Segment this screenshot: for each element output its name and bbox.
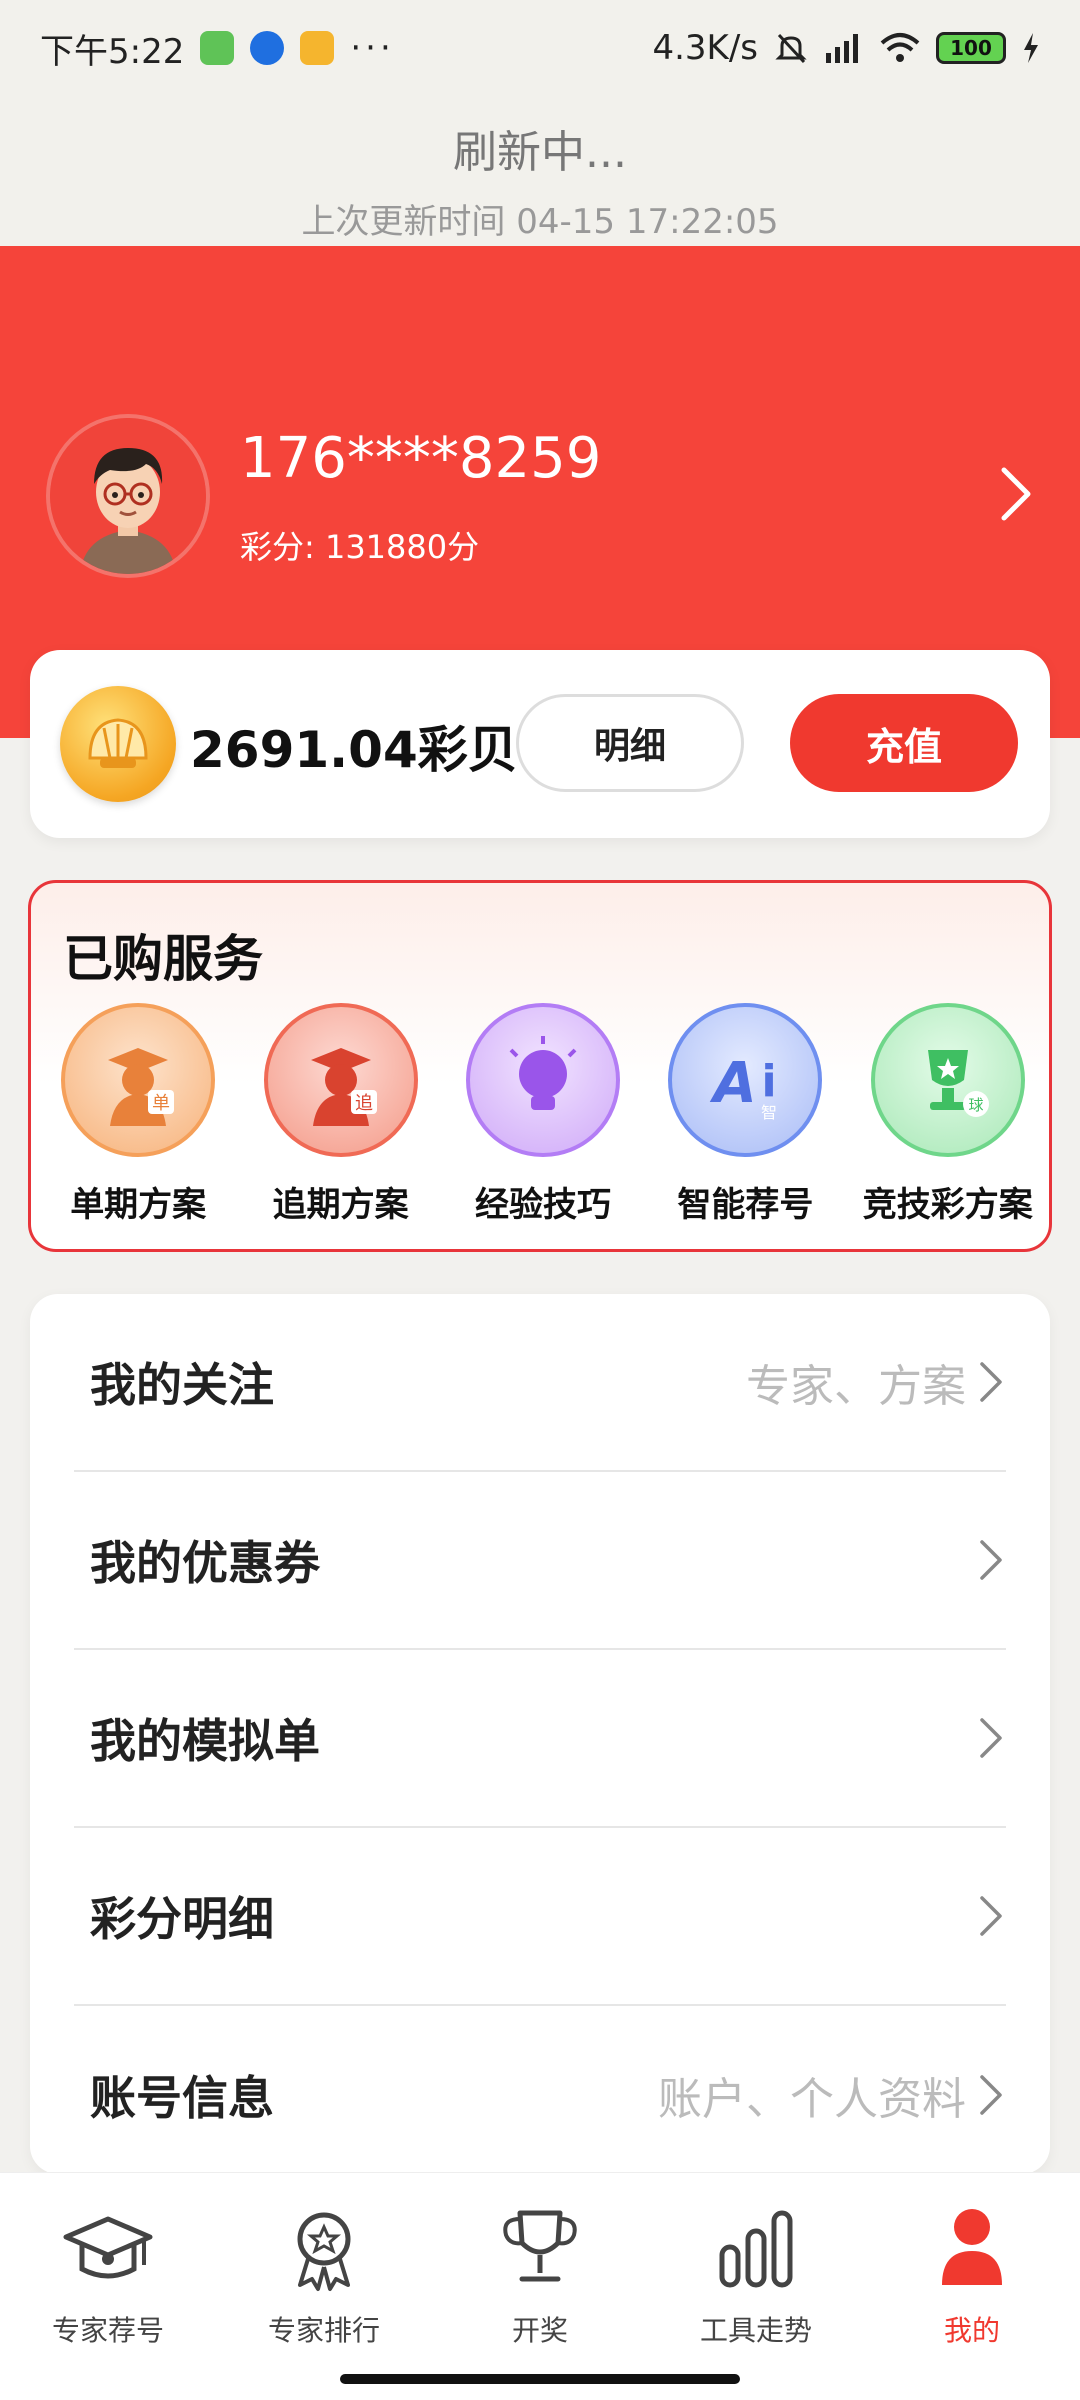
- chevron-right-icon: [980, 1896, 1002, 1936]
- chevron-right-icon: [980, 1540, 1002, 1580]
- chevron-right-icon: [980, 1362, 1002, 1402]
- menu-label: 账号信息: [90, 2071, 274, 2125]
- menu-label: 我的模拟单: [90, 1714, 320, 1768]
- svg-text:球: 球: [968, 1096, 983, 1114]
- more-notifications-icon: ···: [350, 28, 395, 68]
- service-label: 追期方案: [272, 1185, 409, 1225]
- tab-mine[interactable]: 我的: [877, 2203, 1067, 2400]
- menu-label: 我的优惠券: [90, 1536, 320, 1590]
- tab-expert-picks[interactable]: 专家荐号: [13, 2203, 203, 2400]
- bottom-tab-bar: 专家荐号 专家排行 开奖 工具走势 我的: [0, 2172, 1080, 2400]
- network-speed: 4.3K/s: [652, 28, 758, 68]
- gallery-notification-icon: [300, 31, 335, 65]
- svg-text:i: i: [762, 1056, 777, 1107]
- service-label: 智能荐号: [677, 1185, 814, 1225]
- medal-icon: [297, 2212, 351, 2291]
- tab-label: 专家荐号: [51, 2314, 164, 2347]
- mute-bell-icon: [775, 33, 807, 64]
- ai-icon: Ai智: [668, 1003, 823, 1157]
- menu-item-points-detail[interactable]: 彩分明细: [74, 1828, 1006, 2006]
- menu-item-simulations[interactable]: 我的模拟单: [74, 1650, 1006, 1828]
- bar-chart-icon: [719, 2210, 793, 2288]
- svg-text:智: 智: [761, 1103, 777, 1122]
- tab-label: 专家排行: [267, 2314, 380, 2347]
- chevron-right-icon[interactable]: [998, 464, 1034, 524]
- status-bar: 下午5:22 ··· 4.3K/s 100: [0, 0, 1080, 96]
- tab-expert-ranking[interactable]: 专家排行: [229, 2203, 419, 2400]
- tab-lottery-draw[interactable]: 开奖: [445, 2203, 635, 2400]
- expert-chase-icon: 追: [263, 1003, 418, 1157]
- menu-label: 彩分明细: [90, 1892, 274, 1946]
- wifi-icon: [880, 33, 920, 62]
- chevron-right-icon: [980, 2075, 1002, 2115]
- shell-balance: 2691.04彩贝: [190, 721, 518, 779]
- refresh-last-update: 上次更新时间 04-15 17:22:05: [301, 202, 779, 242]
- charging-icon: [1024, 33, 1038, 63]
- menu-label: 我的关注: [90, 1358, 274, 1412]
- service-single-plan[interactable]: 单 单期方案: [40, 1003, 236, 1233]
- svg-text:A: A: [710, 1051, 757, 1116]
- wallet-card: 2691.04彩贝 明细 充值: [30, 650, 1050, 838]
- menu-item-following[interactable]: 我的关注 专家、方案: [74, 1294, 1006, 1472]
- service-chase-plan[interactable]: 追 追期方案: [243, 1003, 439, 1233]
- menu-hint: 专家、方案: [746, 1361, 966, 1412]
- signal-icon: [826, 34, 858, 63]
- svg-text:单: 单: [152, 1093, 170, 1114]
- menu-hint: 账户、个人资料: [658, 2074, 966, 2125]
- battery-indicator: 100: [936, 32, 1006, 64]
- recharge-button[interactable]: 充值: [790, 694, 1018, 792]
- service-experience-tips[interactable]: 经验技巧: [445, 1003, 641, 1233]
- app-notification-icon: [250, 31, 285, 65]
- shell-coin-icon: [60, 686, 176, 802]
- expert-single-icon: 单: [61, 1003, 216, 1157]
- tab-label: 开奖: [511, 2314, 568, 2347]
- home-indicator[interactable]: [340, 2374, 740, 2384]
- graduation-cap-icon: [63, 2216, 153, 2279]
- status-time: 下午5:22: [40, 31, 185, 72]
- tab-label: 我的: [943, 2314, 1000, 2347]
- lightbulb-icon: [465, 1003, 620, 1157]
- chevron-right-icon: [980, 1718, 1002, 1758]
- refresh-status: 刷新中...: [453, 127, 627, 178]
- service-label: 竞技彩方案: [862, 1185, 1033, 1225]
- pull-refresh-indicator: 刷新中... 上次更新时间 04-15 17:22:05: [0, 96, 1080, 246]
- tab-label: 工具走势: [699, 2314, 812, 2347]
- trophy-icon: 球: [870, 1003, 1025, 1157]
- purchased-services-card: 已购服务 单 单期方案 追 追期方案 经验技巧 Ai智 智能荐号 球 竞技彩方案: [28, 880, 1052, 1252]
- service-label: 经验技巧: [474, 1185, 611, 1225]
- services-title: 已购服务: [63, 930, 263, 988]
- user-icon: [942, 2209, 1002, 2285]
- menu-item-account-info[interactable]: 账号信息 账户、个人资料: [74, 2006, 1006, 2184]
- user-points: 彩分: 131880分: [240, 528, 480, 566]
- avatar-image: [50, 418, 206, 574]
- tab-tools-trends[interactable]: 工具走势: [661, 2203, 851, 2400]
- menu-item-coupons[interactable]: 我的优惠券: [74, 1472, 1006, 1650]
- wechat-notification-icon: [200, 31, 235, 65]
- trophy-icon: [503, 2210, 577, 2282]
- service-label: 单期方案: [70, 1185, 207, 1225]
- detail-button[interactable]: 明细: [516, 694, 744, 792]
- menu-list: 我的关注 专家、方案 我的优惠券 我的模拟单 彩分明细 账号信息 账户、个人资料: [30, 1294, 1050, 2174]
- svg-text:追: 追: [355, 1093, 373, 1114]
- user-phone: 176****8259: [240, 426, 602, 491]
- service-smart-pick[interactable]: Ai智 智能荐号: [647, 1003, 843, 1233]
- service-sports-plan[interactable]: 球 竞技彩方案: [850, 1003, 1046, 1233]
- avatar[interactable]: [46, 414, 210, 578]
